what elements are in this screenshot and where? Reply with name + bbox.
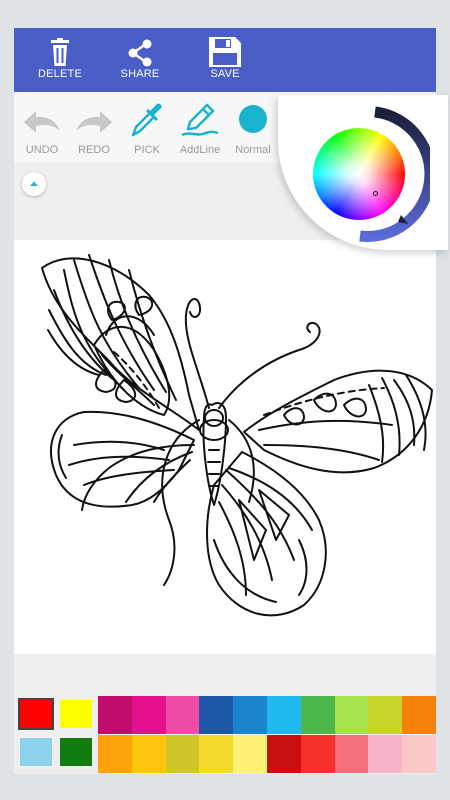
pen-line-icon bbox=[174, 102, 226, 138]
palette-swatch[interactable] bbox=[267, 696, 301, 734]
redo-button[interactable]: REDO bbox=[68, 102, 120, 156]
share-button[interactable]: SHARE bbox=[110, 36, 170, 88]
normal-label: Normal bbox=[235, 144, 271, 156]
palette-swatch[interactable] bbox=[402, 696, 436, 734]
redo-label: REDO bbox=[78, 144, 110, 156]
current-color-swatch[interactable] bbox=[20, 738, 52, 766]
palette-swatch[interactable] bbox=[368, 735, 403, 773]
palette-swatch[interactable] bbox=[368, 696, 403, 734]
brush-mode-button[interactable]: Normal bbox=[227, 102, 279, 156]
color-palette bbox=[14, 696, 436, 774]
collapse-toolbar-button[interactable] bbox=[22, 172, 46, 196]
current-color-swatch[interactable] bbox=[60, 738, 92, 766]
pick-label: PICK bbox=[134, 144, 160, 156]
undo-label: UNDO bbox=[25, 144, 59, 156]
current-color-swatch[interactable] bbox=[60, 700, 92, 728]
pick-color-button[interactable]: PICK bbox=[121, 102, 173, 156]
palette-swatch[interactable] bbox=[165, 696, 200, 734]
delete-button[interactable]: DELETE bbox=[30, 36, 90, 88]
undo-arrow-icon bbox=[16, 102, 68, 138]
floppy-disk-icon bbox=[195, 36, 255, 68]
color-wheel-selector[interactable] bbox=[373, 191, 378, 196]
share-label: SHARE bbox=[120, 68, 160, 80]
palette-swatch[interactable] bbox=[334, 696, 369, 734]
palette-swatch[interactable] bbox=[131, 735, 166, 773]
palette-swatch[interactable] bbox=[199, 735, 234, 773]
delete-label: DELETE bbox=[38, 68, 82, 80]
palette-swatch[interactable] bbox=[199, 696, 234, 734]
trash-icon bbox=[30, 36, 90, 68]
palette-swatch[interactable] bbox=[334, 735, 369, 773]
add-line-button[interactable]: AddLine bbox=[174, 102, 226, 156]
palette-swatch[interactable] bbox=[402, 735, 436, 773]
save-label: SAVE bbox=[210, 68, 240, 80]
palette-swatch[interactable] bbox=[300, 696, 335, 734]
palette-swatch[interactable] bbox=[131, 696, 166, 734]
share-icon bbox=[110, 36, 170, 68]
save-button[interactable]: SAVE bbox=[195, 36, 255, 88]
color-wheel[interactable] bbox=[313, 128, 405, 220]
current-color-swatch-selected[interactable] bbox=[18, 698, 54, 730]
palette-swatch[interactable] bbox=[300, 735, 335, 773]
color-dot-icon bbox=[227, 102, 279, 138]
palette-swatch[interactable] bbox=[233, 696, 268, 734]
palette-swatch[interactable] bbox=[98, 696, 132, 734]
eyedropper-icon bbox=[121, 102, 173, 138]
palette-swatch[interactable] bbox=[233, 735, 268, 773]
redo-arrow-icon bbox=[68, 102, 120, 138]
caret-up-icon bbox=[30, 181, 38, 186]
canvas-bottom-strip bbox=[14, 654, 436, 696]
butterfly-line-art bbox=[41, 254, 433, 617]
palette-swatch[interactable] bbox=[165, 735, 200, 773]
top-action-bar: DELETE SHARE SAVE bbox=[14, 28, 436, 92]
palette-swatch[interactable] bbox=[267, 735, 301, 773]
coloring-canvas[interactable] bbox=[14, 240, 436, 654]
undo-button[interactable]: UNDO bbox=[16, 102, 68, 156]
palette-swatch[interactable] bbox=[98, 735, 132, 773]
addline-label: AddLine bbox=[179, 144, 221, 156]
